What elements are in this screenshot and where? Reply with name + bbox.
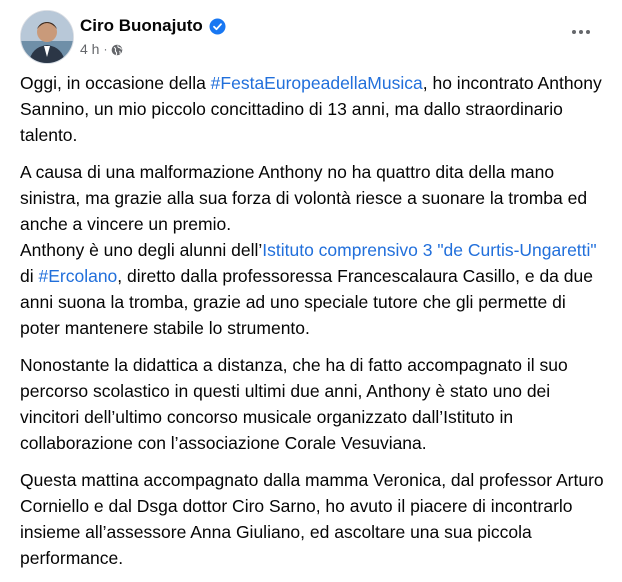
author-avatar[interactable] xyxy=(20,10,74,64)
post-header: Ciro Buonajuto 4 h · xyxy=(20,10,606,64)
post-text: Nonostante la didattica a distanza, che … xyxy=(20,355,568,453)
author-line: Ciro Buonajuto xyxy=(80,16,226,36)
post-meta: 4 h · xyxy=(80,41,123,57)
post-text: Oggi, in occasione della xyxy=(20,73,211,93)
post-link[interactable]: #FestaEuropeadellaMusica xyxy=(211,73,423,93)
post-paragraph: Questa mattina accompagnato dalla mamma … xyxy=(20,467,610,571)
post-text: Anthony è uno degli alunni dell’ xyxy=(20,240,263,260)
post-link[interactable]: #Ercolano xyxy=(38,266,117,286)
more-options-icon[interactable] xyxy=(566,22,596,42)
post-paragraph: Nonostante la didattica a distanza, che … xyxy=(20,352,610,456)
post-body: Oggi, in occasione della #FestaEuropeade… xyxy=(20,70,610,582)
post-text: Questa mattina accompagnato dalla mamma … xyxy=(20,470,604,568)
post-paragraph: Oggi, in occasione della #FestaEuropeade… xyxy=(20,70,610,148)
verified-badge-icon xyxy=(209,18,226,35)
facebook-post: Ciro Buonajuto 4 h · Oggi, in occasione … xyxy=(0,0,622,568)
post-link[interactable]: Istituto comprensivo 3 "de Curtis-Ungare… xyxy=(262,240,596,260)
post-paragraph: A causa di una malformazione Anthony no … xyxy=(20,159,610,341)
meta-separator: · xyxy=(103,42,108,56)
post-text: A causa di una malformazione Anthony no … xyxy=(20,162,588,234)
author-name[interactable]: Ciro Buonajuto xyxy=(80,16,203,36)
globe-icon[interactable] xyxy=(111,43,123,56)
post-timestamp[interactable]: 4 h xyxy=(80,41,99,57)
post-text: di xyxy=(20,266,39,286)
